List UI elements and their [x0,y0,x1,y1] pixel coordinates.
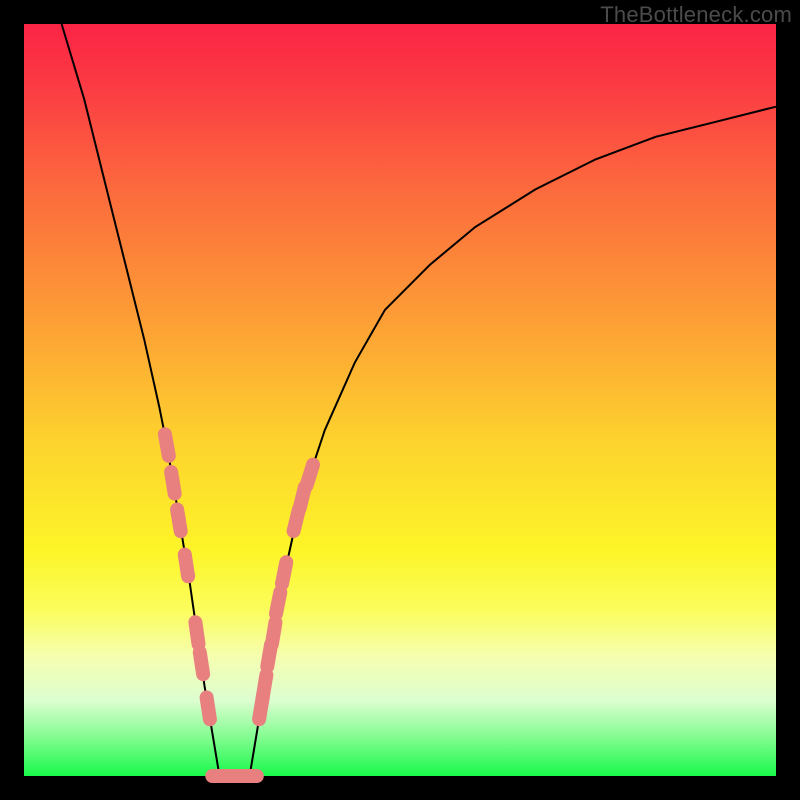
data-marker [177,510,181,532]
data-marker [195,622,198,644]
data-marker [272,622,276,644]
data-marker [185,555,188,577]
data-marker [207,697,210,719]
data-marker [200,652,203,674]
data-marker [276,592,280,614]
data-marker [165,434,169,456]
marker-group [165,434,313,776]
curve-group [62,24,776,776]
chart-overlay [24,24,776,776]
data-marker [263,675,267,697]
bottleneck-curve [62,24,776,776]
data-marker [282,562,286,584]
data-marker [307,465,314,486]
data-marker [171,472,175,494]
chart-frame: TheBottleneck.com [0,0,800,800]
